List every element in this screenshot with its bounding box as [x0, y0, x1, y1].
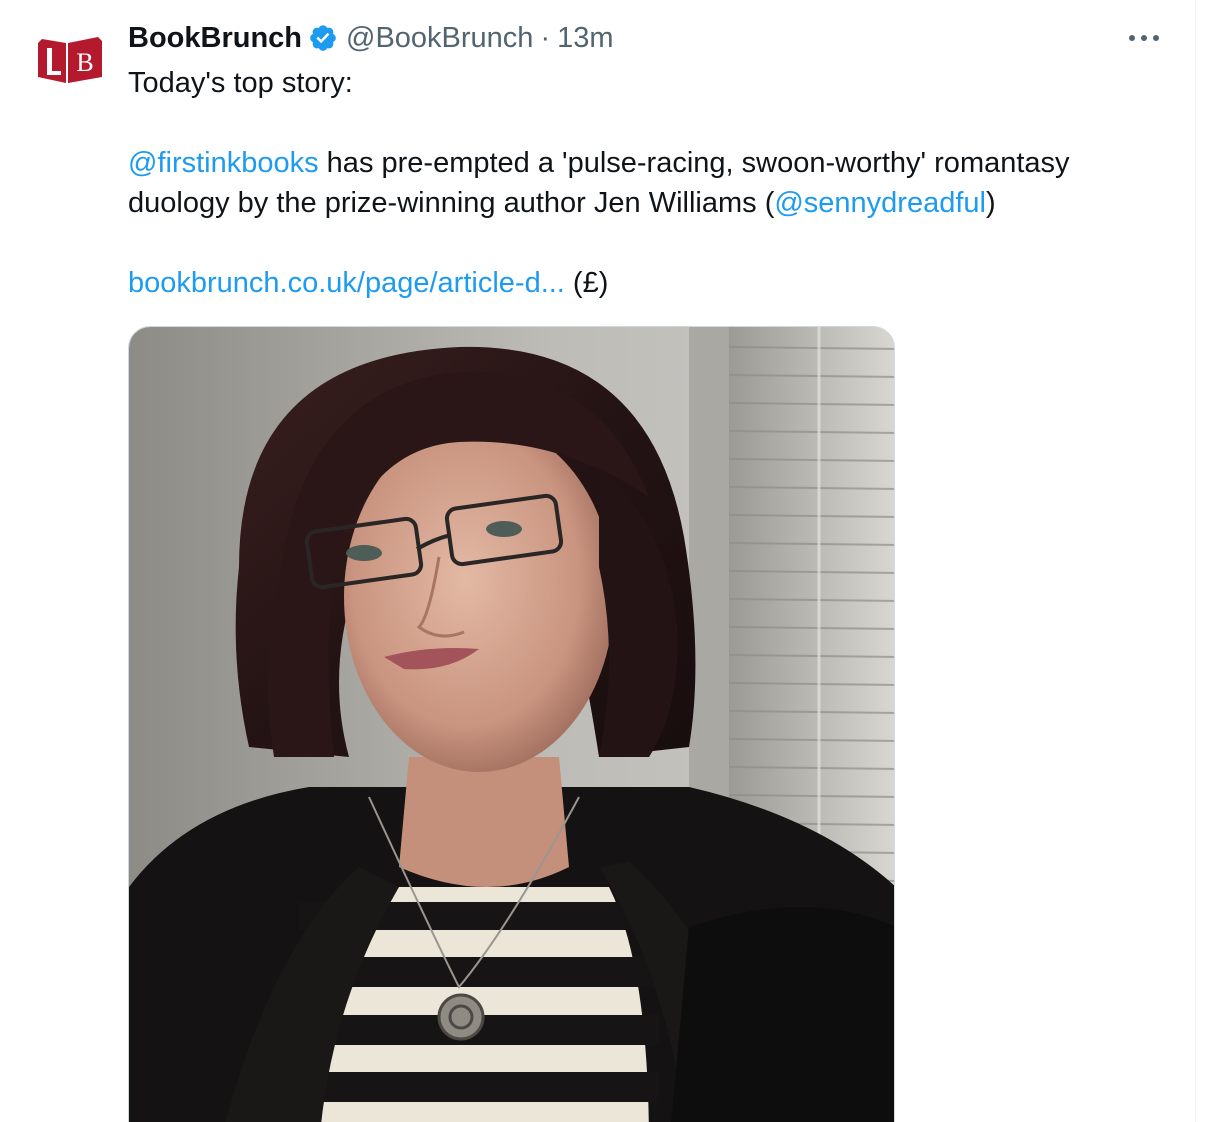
- verified-badge-icon: [308, 23, 338, 53]
- more-horizontal-icon: [1129, 35, 1159, 41]
- story-text-part-3: ): [985, 187, 996, 219]
- mention-sennydreadful[interactable]: @sennydreadful: [774, 187, 986, 219]
- bookbrunch-logo-icon: B: [38, 37, 102, 83]
- more-options-button[interactable]: [1122, 22, 1166, 54]
- timeline-divider: [1195, 0, 1196, 1122]
- text-line-link: bookbrunch.co.uk/page/article-d... (£): [128, 263, 1168, 303]
- story-text-part-2: duology by the prize-winning author Jen …: [128, 187, 775, 219]
- timestamp[interactable]: 13m: [557, 22, 613, 55]
- mention-firstinkbooks[interactable]: @firstinkbooks: [128, 147, 319, 179]
- author-portrait-image: [129, 327, 894, 1122]
- svg-text:B: B: [76, 48, 93, 77]
- avatar[interactable]: B: [36, 33, 104, 85]
- story-text-part-1: has pre-empted a 'pulse-racing, swoon-wo…: [318, 147, 1070, 179]
- paywall-marker: (£): [564, 267, 609, 299]
- display-name[interactable]: BookBrunch: [128, 22, 302, 55]
- separator-dot: ·: [540, 21, 551, 54]
- tweet[interactable]: B BookBrunch @BookBrunch · 13m Today's t…: [0, 0, 1195, 1122]
- text-line-story-1: @firstinkbooks has pre-empted a 'pulse-r…: [128, 143, 1168, 183]
- article-link[interactable]: bookbrunch.co.uk/page/article-d...: [128, 267, 565, 299]
- text-line-intro: Today's top story:: [128, 67, 353, 99]
- tweet-text: Today's top story: @firstinkbooks has pr…: [128, 63, 1168, 303]
- text-line-story-2: duology by the prize-winning author Jen …: [128, 183, 1168, 223]
- tweet-photo[interactable]: [128, 326, 895, 1122]
- author-handle[interactable]: @BookBrunch: [346, 22, 533, 55]
- tweet-header: BookBrunch @BookBrunch · 13m: [128, 18, 614, 58]
